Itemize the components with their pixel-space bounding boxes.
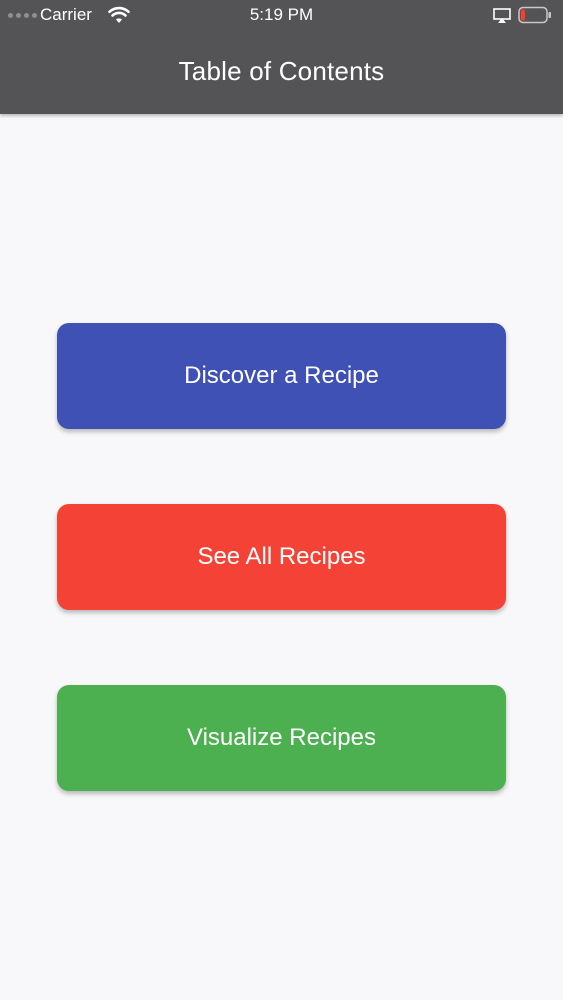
see-all-recipes-button[interactable]: See All Recipes [57,504,506,610]
navigation-header: Carrier 5:19 PM Table of Contents [0,0,563,114]
page-title: Table of Contents [178,56,385,86]
status-bar: Carrier 5:19 PM [0,0,563,32]
status-time: 5:19 PM [249,5,314,24]
airplay-icon [493,8,511,23]
visualize-recipes-button[interactable]: Visualize Recipes [57,685,506,791]
discover-recipe-button[interactable]: Discover a Recipe [57,323,506,429]
battery-icon [518,6,551,24]
